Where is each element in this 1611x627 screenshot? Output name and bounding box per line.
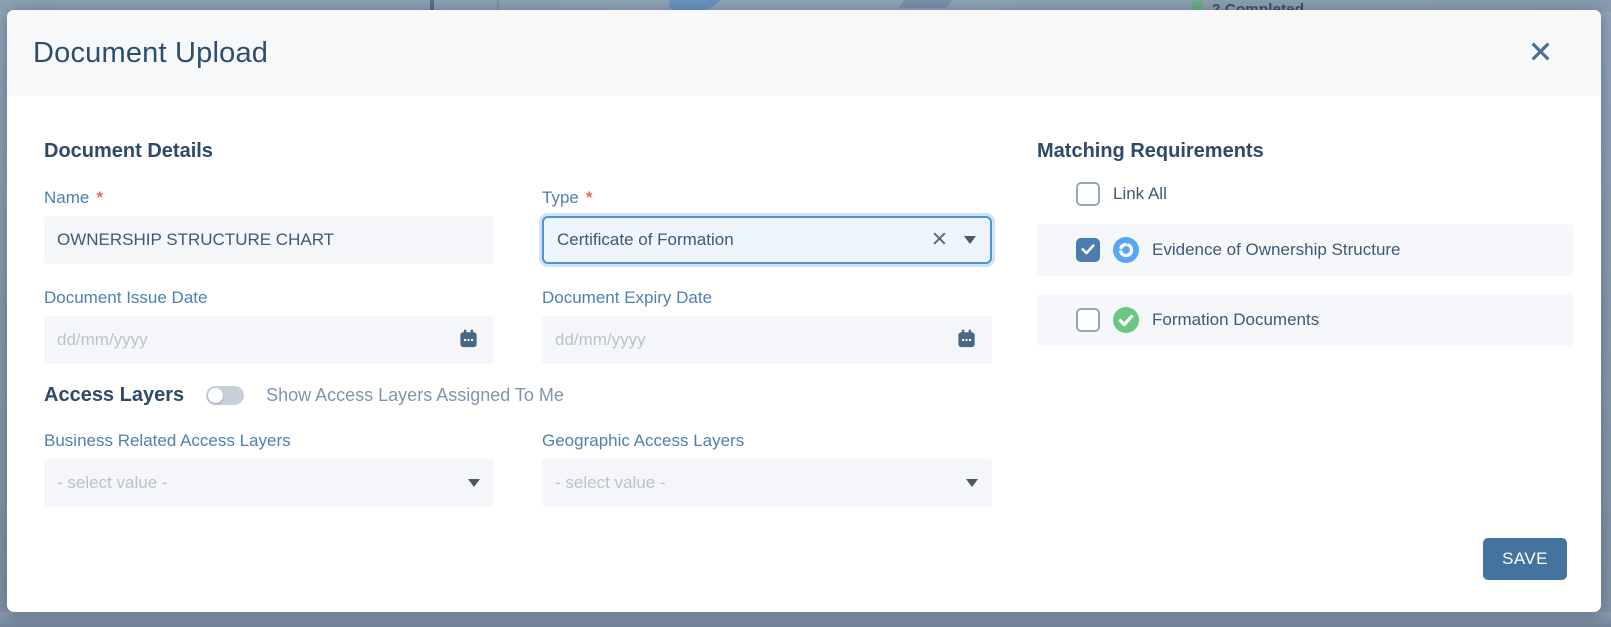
type-dropdown-button[interactable] [964, 236, 976, 244]
business-layers-placeholder: - select value - [57, 473, 468, 493]
name-input-value: OWNERSHIP STRUCTURE CHART [57, 230, 480, 250]
name-input[interactable]: OWNERSHIP STRUCTURE CHART [44, 216, 494, 264]
requirement-row: Evidence of Ownership Structure [1037, 224, 1573, 276]
issue-date-calendar-button[interactable] [457, 327, 480, 353]
close-icon [1527, 38, 1554, 68]
checkmark-icon [1079, 240, 1097, 261]
link-all-row: Link All [1037, 182, 1573, 206]
formation-documents-checkbox[interactable] [1076, 308, 1100, 332]
geographic-layers-select[interactable]: - select value - [542, 459, 992, 507]
requirement-label: Formation Documents [1152, 310, 1319, 330]
issue-date-input[interactable]: dd/mm/yyyy [44, 316, 494, 364]
link-all-label: Link All [1113, 184, 1167, 204]
background-page-strip [0, 612, 1611, 627]
issue-date-placeholder: dd/mm/yyyy [57, 330, 457, 350]
business-layers-select[interactable]: - select value - [44, 459, 494, 507]
business-layers-field-group: Business Related Access Layers - select … [44, 407, 494, 507]
geographic-layers-placeholder: - select value - [555, 473, 966, 493]
toggle-knob [208, 388, 223, 403]
type-field-group: Type * Certificate of Formation [542, 164, 992, 264]
clear-icon [931, 230, 948, 250]
background-shape-fragment [899, 0, 960, 8]
close-button[interactable] [1523, 36, 1557, 70]
requirement-label: Evidence of Ownership Structure [1152, 240, 1401, 260]
caret-down-icon [964, 236, 976, 244]
requirement-row: Formation Documents [1037, 294, 1573, 346]
required-asterisk: * [96, 188, 103, 208]
document-upload-modal: Document Upload Document Details Name * … [7, 10, 1601, 612]
show-assigned-toggle-label: Show Access Layers Assigned To Me [266, 385, 564, 406]
expiry-date-field-group: Document Expiry Date dd/mm/yyyy [542, 264, 992, 364]
caret-down-icon [468, 479, 480, 487]
calendar-icon [955, 327, 978, 353]
document-details-heading: Document Details [44, 138, 997, 164]
matching-requirements-heading: Matching Requirements [1037, 138, 1573, 164]
expiry-date-input[interactable]: dd/mm/yyyy [542, 316, 992, 364]
type-label: Type [542, 188, 579, 208]
access-layers-heading: Access Layers [44, 384, 184, 407]
geographic-layers-field-group: Geographic Access Layers - select value … [542, 407, 992, 507]
evidence-of-ownership-checkbox[interactable] [1076, 238, 1100, 262]
issue-date-label: Document Issue Date [44, 288, 207, 308]
expiry-date-placeholder: dd/mm/yyyy [555, 330, 955, 350]
type-clear-button[interactable] [931, 230, 948, 250]
access-layers-header-row: Access Layers Show Access Layers Assigne… [44, 384, 997, 407]
modal-title: Document Upload [33, 37, 268, 70]
calendar-icon [457, 327, 480, 353]
expiry-date-label: Document Expiry Date [542, 288, 712, 308]
expiry-date-calendar-button[interactable] [955, 327, 978, 353]
modal-header: Document Upload [7, 10, 1601, 96]
check-circle-icon [1113, 307, 1139, 333]
type-select[interactable]: Certificate of Formation [542, 216, 992, 264]
name-label: Name [44, 188, 89, 208]
link-all-checkbox[interactable] [1076, 182, 1100, 206]
geographic-layers-label: Geographic Access Layers [542, 431, 744, 451]
modal-body: Document Details Name * OWNERSHIP STRUCT… [7, 96, 1601, 612]
required-asterisk: * [586, 188, 593, 208]
form-area: Document Details Name * OWNERSHIP STRUCT… [44, 138, 997, 612]
type-select-value: Certificate of Formation [557, 230, 931, 250]
progress-circle-icon [1113, 237, 1139, 263]
caret-down-icon [966, 479, 978, 487]
save-button[interactable]: SAVE [1483, 538, 1567, 580]
issue-date-field-group: Document Issue Date dd/mm/yyyy [44, 264, 494, 364]
show-assigned-toggle[interactable] [206, 386, 244, 405]
name-field-group: Name * OWNERSHIP STRUCTURE CHART [44, 164, 494, 264]
business-layers-label: Business Related Access Layers [44, 431, 291, 451]
